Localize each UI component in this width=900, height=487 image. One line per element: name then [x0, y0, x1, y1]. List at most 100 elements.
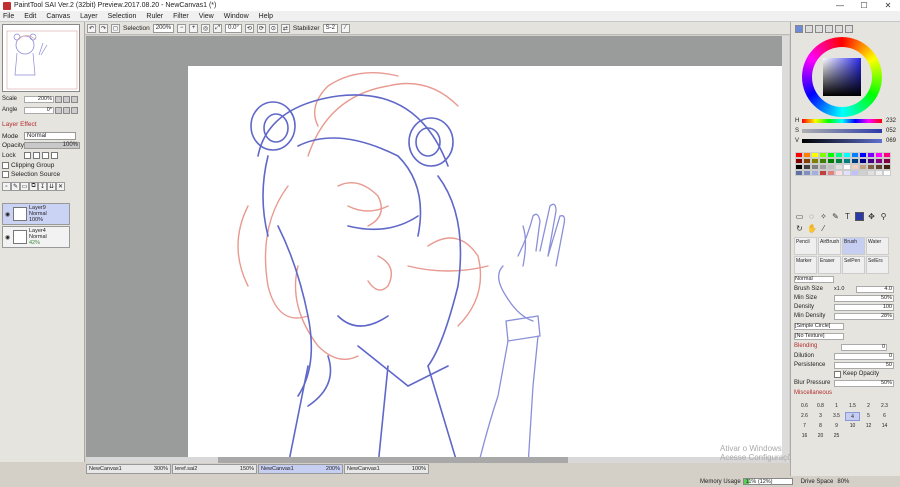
brush-tool-selers[interactable]: SelErs — [866, 256, 889, 274]
color-swatch[interactable] — [867, 170, 875, 176]
lasso-icon[interactable]: ◌ — [807, 212, 816, 221]
maximize-button[interactable]: ☐ — [852, 0, 876, 11]
min-size-field[interactable]: 50% — [834, 294, 894, 302]
rgb-slider-mode-icon[interactable] — [805, 25, 813, 33]
color-swatch[interactable] — [811, 170, 819, 176]
move-icon[interactable]: ✥ — [867, 212, 876, 221]
angle-left-button[interactable] — [55, 106, 62, 114]
merge-down-icon[interactable]: ⇊ — [47, 182, 56, 191]
size-preset[interactable]: 1 — [829, 402, 844, 411]
menu-ruler[interactable]: Ruler — [146, 13, 163, 20]
color-swatch[interactable] — [851, 170, 859, 176]
size-preset[interactable]: 25 — [829, 432, 844, 441]
delete-layer-icon[interactable]: ✕ — [56, 182, 65, 191]
visibility-eye-icon[interactable]: ◉ — [5, 211, 11, 218]
canvas-tab[interactable]: NewCanvas1 100% — [344, 464, 429, 474]
menu-selection[interactable]: Selection — [108, 13, 137, 20]
angle-reset-button[interactable] — [71, 106, 78, 114]
density-field[interactable]: 100 — [834, 303, 894, 311]
zoom-in-button[interactable]: + — [189, 23, 199, 33]
hand-icon[interactable]: ✋ — [807, 224, 817, 233]
lock-transparency-checkbox[interactable] — [24, 152, 31, 159]
brush-tool-airbrush[interactable]: AirBrush — [818, 237, 841, 255]
new-linework-icon[interactable]: ✎ — [11, 182, 20, 191]
hsv-slider-mode-icon[interactable] — [815, 25, 823, 33]
size-preset[interactable]: 9 — [829, 422, 844, 431]
value-slider[interactable] — [802, 138, 882, 143]
zoom-icon[interactable]: ⚲ — [879, 212, 888, 221]
rotate-icon[interactable]: ↻ — [795, 224, 804, 233]
color-swatch[interactable] — [827, 170, 835, 176]
minimize-button[interactable]: — — [828, 0, 852, 11]
keep-opacity-checkbox[interactable] — [834, 370, 841, 378]
brush-size-field[interactable]: 4.0 — [856, 285, 894, 293]
size-preset[interactable]: 8 — [813, 422, 828, 431]
select-rect-icon[interactable]: ▭ — [795, 212, 804, 221]
opacity-slider[interactable]: 100% — [24, 142, 80, 149]
size-preset[interactable]: 2.3 — [877, 402, 892, 411]
menu-view[interactable]: View — [199, 13, 214, 20]
brush-size-multiplier[interactable]: x1.0 — [834, 286, 856, 292]
layer-item[interactable]: ◉ Layer9 Normal 100% — [2, 203, 70, 225]
pen-icon[interactable]: ⁄ — [340, 23, 350, 33]
stabilizer-select[interactable]: S-2 — [322, 23, 338, 33]
scale-up-button[interactable] — [63, 95, 70, 103]
canvas-tab[interactable]: leref.sai2 150% — [172, 464, 257, 474]
size-preset[interactable]: 3 — [813, 412, 828, 421]
menu-canvas[interactable]: Canvas — [46, 13, 70, 20]
size-preset[interactable]: 3.5 — [829, 412, 844, 421]
brush-tool-eraser[interactable]: Eraser — [818, 256, 841, 274]
zoom-reset-button[interactable]: ◎ — [201, 23, 211, 33]
copy-layer-icon[interactable]: ⧉ — [29, 182, 38, 191]
size-preset[interactable]: 4 — [845, 412, 860, 421]
canvas-viewport[interactable] — [86, 36, 789, 457]
size-preset[interactable]: 0.8 — [813, 402, 828, 411]
canvas-tab[interactable]: NewCanvas1 300% — [86, 464, 171, 474]
scale-reset-button[interactable] — [71, 95, 78, 103]
text-icon[interactable]: T — [843, 212, 852, 221]
dilution-field[interactable]: 0 — [834, 352, 894, 360]
color-swatch[interactable] — [835, 170, 843, 176]
rotate-left-button[interactable]: ⟲ — [244, 23, 254, 33]
size-preset[interactable]: 2 — [861, 402, 876, 411]
rotate-reset-button[interactable]: ⊙ — [268, 23, 278, 33]
menu-filter[interactable]: Filter — [173, 13, 189, 20]
flip-button[interactable]: ⇄ — [280, 23, 290, 33]
navigator-preview[interactable] — [2, 24, 80, 92]
brush-tool-marker[interactable]: Marker — [794, 256, 817, 274]
swatch-mode-icon[interactable] — [845, 25, 853, 33]
angle-field[interactable]: 0.0° — [225, 23, 242, 33]
angle-right-button[interactable] — [63, 106, 70, 114]
magic-wand-icon[interactable]: ✧ — [819, 212, 828, 221]
new-folder-icon[interactable]: ▭ — [20, 182, 29, 191]
close-button[interactable]: ✕ — [876, 0, 900, 11]
blending-field[interactable]: 0 — [841, 343, 887, 351]
new-layer-icon[interactable]: ▫ — [2, 182, 11, 191]
miscellaneous-header[interactable]: Miscellaneous — [794, 390, 832, 396]
menu-file[interactable]: File — [3, 13, 14, 20]
angle-field-nav[interactable]: 0° — [24, 106, 54, 114]
color-swatch[interactable] — [795, 170, 803, 176]
blend-mode-select[interactable]: Normal — [24, 132, 76, 140]
vertical-scrollbar[interactable] — [782, 36, 789, 457]
brush-blend-select[interactable]: Normal — [794, 275, 834, 283]
deselect-button[interactable]: ◻ — [111, 23, 120, 33]
menu-edit[interactable]: Edit — [24, 13, 36, 20]
brush-tool-water[interactable]: Water — [866, 237, 889, 255]
saturation-value-square[interactable] — [823, 58, 861, 96]
saturation-slider[interactable] — [802, 128, 882, 133]
color-swatch[interactable] — [875, 170, 883, 176]
size-preset[interactable]: 5 — [861, 412, 876, 421]
layer-effect-header[interactable]: Layer Effect — [2, 121, 37, 128]
canvas-tab[interactable]: NewCanvas1 200% — [258, 464, 343, 474]
selection-source-checkbox[interactable] — [2, 171, 9, 178]
size-preset[interactable]: 12 — [861, 422, 876, 431]
zoom-fit-button[interactable]: ⤢ — [213, 23, 223, 33]
color-swatch[interactable] — [883, 170, 891, 176]
value-value[interactable]: 069 — [886, 138, 896, 144]
size-preset[interactable]: 16 — [797, 432, 812, 441]
visibility-eye-icon[interactable]: ◉ — [5, 234, 11, 241]
horizontal-scrollbar[interactable] — [86, 457, 789, 463]
rotate-right-button[interactable]: ⟳ — [256, 23, 266, 33]
clipping-group-checkbox[interactable] — [2, 162, 9, 169]
